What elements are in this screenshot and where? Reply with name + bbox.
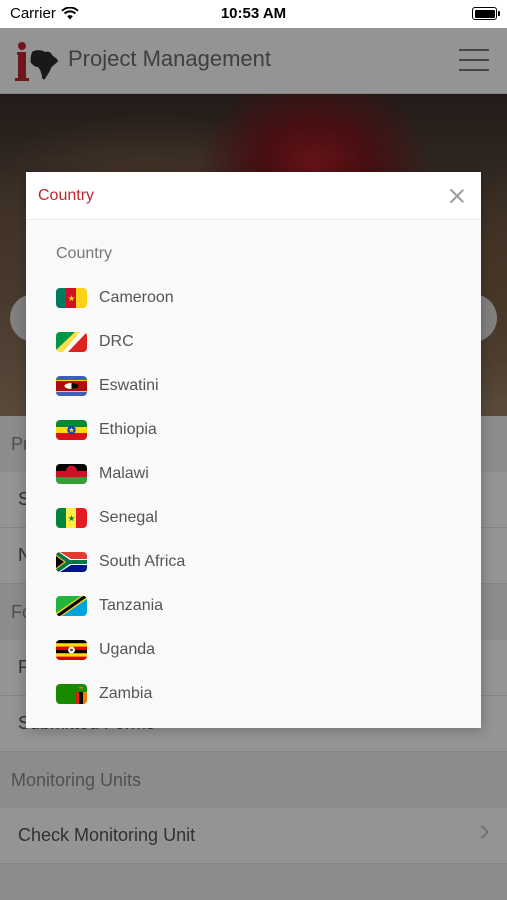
country-option-cameroon[interactable]: Cameroon: [56, 276, 456, 320]
status-bar: Carrier 10:53 AM: [0, 0, 507, 28]
country-option-south-africa[interactable]: South Africa: [56, 540, 456, 584]
country-name: Senegal: [99, 509, 158, 526]
country-option-malawi[interactable]: Malawi: [56, 452, 456, 496]
country-dialog: Country Country Cameroon DRC Eswatini Et…: [26, 172, 481, 728]
clock: 10:53 AM: [220, 5, 287, 22]
country-name: Malawi: [99, 465, 149, 482]
country-option-ethiopia[interactable]: Ethiopia: [56, 408, 456, 452]
cameroon-flag-icon: [56, 288, 87, 308]
tanzania-flag-icon: [56, 596, 87, 616]
battery-icon: [472, 7, 500, 20]
country-option-uganda[interactable]: Uganda: [56, 628, 456, 672]
country-name: Zambia: [99, 685, 153, 702]
country-field-label: Country: [56, 245, 113, 262]
ethiopia-flag-icon: [56, 420, 87, 440]
country-name: Ethiopia: [99, 421, 157, 438]
country-option-tanzania[interactable]: Tanzania: [56, 584, 456, 628]
south-africa-flag-icon: [56, 552, 87, 572]
senegal-flag-icon: [56, 508, 87, 528]
malawi-flag-icon: [56, 464, 87, 484]
country-name: South Africa: [99, 553, 186, 570]
country-list: Cameroon DRC Eswatini Ethiopia Malawi Se…: [56, 276, 456, 716]
dialog-header: Country: [26, 172, 481, 220]
dialog-title: Country: [38, 187, 95, 204]
country-option-drc[interactable]: DRC: [56, 320, 456, 364]
uganda-flag-icon: [56, 640, 87, 660]
country-name: DRC: [99, 333, 134, 350]
country-name: Eswatini: [99, 377, 159, 394]
country-option-eswatini[interactable]: Eswatini: [56, 364, 456, 408]
country-option-senegal[interactable]: Senegal: [56, 496, 456, 540]
drc-flag-icon: [56, 332, 87, 352]
eswatini-flag-icon: [56, 376, 87, 396]
close-icon[interactable]: [445, 184, 469, 208]
zambia-flag-icon: [56, 684, 87, 704]
country-name: Cameroon: [99, 289, 174, 306]
country-option-zambia[interactable]: Zambia: [56, 672, 456, 716]
country-name: Tanzania: [99, 597, 164, 614]
country-name: Uganda: [99, 641, 156, 658]
